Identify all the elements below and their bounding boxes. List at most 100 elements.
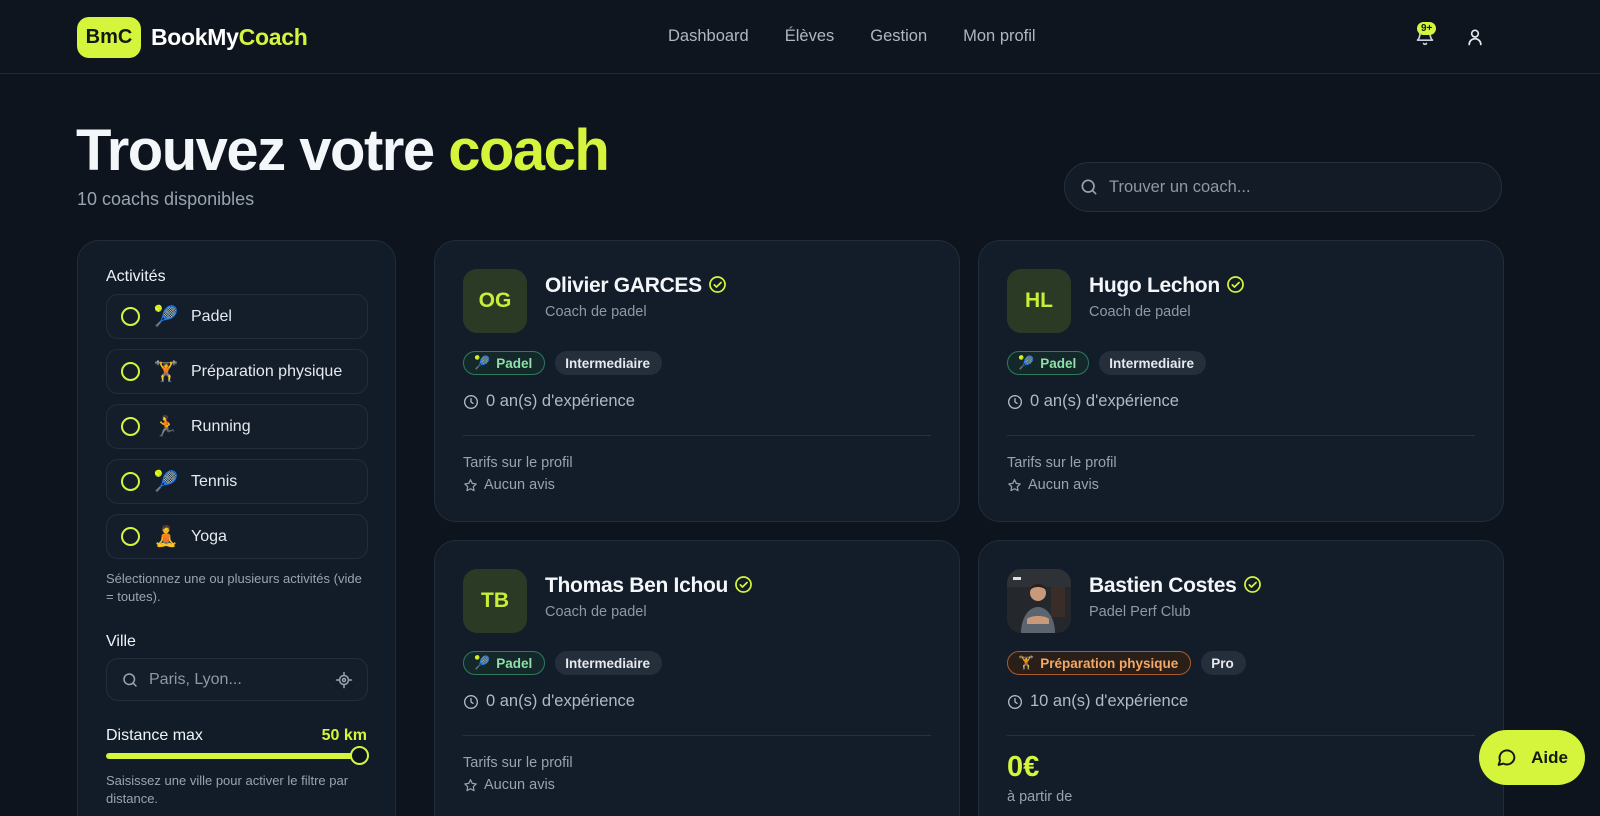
search-icon [1081, 179, 1097, 195]
reviews: Aucun avis [1007, 477, 1099, 493]
radio-button[interactable] [121, 362, 140, 381]
nav-mon-profil[interactable]: Mon profil [963, 27, 1035, 46]
radio-button[interactable] [121, 527, 140, 546]
avatar: HL [1007, 269, 1071, 333]
activities-heading: Activités [106, 268, 166, 285]
level-tag: Intermediaire [555, 351, 663, 375]
sport-tag: 🎾 Padel [463, 351, 546, 375]
user-icon[interactable] [1465, 27, 1485, 47]
main-nav: Dashboard Élèves Gestion Mon profil [668, 27, 1036, 46]
chat-bubble-icon [1497, 749, 1516, 766]
weightlifter-icon: 🏋 [1018, 655, 1035, 670]
reviews: Aucun avis [463, 477, 555, 493]
filter-panel: Activités 🎾 Padel 🏋 Préparation physique… [77, 240, 396, 816]
coach-card[interactable]: OG Olivier GARCES Coach de padel 🎾 Padel … [434, 240, 960, 522]
coach-name[interactable]: Bastien Costes [1089, 574, 1262, 598]
tennis-ball-icon: 🎾 [474, 355, 491, 370]
star-icon [464, 778, 477, 791]
price-note: Tarifs sur le profil [1007, 455, 1117, 471]
nav-eleves[interactable]: Élèves [785, 27, 835, 46]
verified-icon [1226, 276, 1244, 293]
clock-icon [464, 694, 478, 709]
brand-logo[interactable]: BmC BookMyCoach [77, 17, 308, 58]
activity-option-yoga[interactable]: 🧘 Yoga [106, 514, 368, 559]
tennis-ball-icon: 🎾 [474, 655, 491, 670]
activity-option-padel[interactable]: 🎾 Padel [106, 294, 368, 339]
coach-subtitle: Coach de padel [1089, 304, 1191, 320]
distance-slider-thumb[interactable] [350, 746, 369, 765]
experience: 0 an(s) d'expérience [463, 392, 635, 411]
city-heading: Ville [106, 633, 136, 650]
activity-option-tennis[interactable]: 🎾 Tennis [106, 459, 368, 504]
clock-icon [464, 394, 478, 409]
sport-tag: 🏋 Préparation physique [1007, 651, 1192, 675]
coach-name[interactable]: Hugo Lechon [1089, 274, 1245, 298]
reviews: Aucun avis [463, 777, 555, 793]
price-note: Tarifs sur le profil [463, 455, 573, 471]
coach-card[interactable]: Bastien Costes Padel Perf Club 🏋 Préparat… [978, 540, 1504, 816]
coach-name[interactable]: Olivier GARCES [545, 274, 727, 298]
avatar: TB [463, 569, 527, 633]
sport-tag: 🎾 Padel [463, 651, 546, 675]
coach-subtitle: Coach de padel [545, 604, 647, 620]
coach-card[interactable]: HL Hugo Lechon Coach de padel 🎾 Padel Int… [978, 240, 1504, 522]
coach-search-input[interactable] [1109, 177, 1469, 197]
distance-label: Distance max [106, 727, 203, 744]
coach-count: 10 coachs disponibles [77, 189, 255, 209]
activities-hint: Sélectionnez une ou plusieurs activités … [106, 571, 362, 604]
radio-button[interactable] [121, 472, 140, 491]
help-button[interactable]: Aide [1479, 730, 1585, 785]
radio-button[interactable] [121, 307, 140, 326]
brand-name: BookMyCoach [151, 24, 308, 50]
distance-slider-track[interactable] [106, 753, 362, 759]
weightlifter-icon: 🏋 [153, 360, 179, 383]
star-icon [1008, 478, 1021, 491]
page-title: Trouvez votre coach [76, 118, 610, 183]
divider [463, 735, 931, 736]
price-value: 0€ [1007, 751, 1040, 783]
distance-hint: Saisissez une ville pour activer le filt… [106, 773, 349, 806]
top-navbar: BmC BookMyCoach Dashboard Élèves Gestion… [0, 0, 1600, 74]
coach-subtitle: Padel Perf Club [1089, 604, 1191, 620]
logo-badge: BmC [77, 17, 141, 58]
experience: 0 an(s) d'expérience [1007, 392, 1179, 411]
clock-icon [1008, 394, 1022, 409]
divider [1007, 735, 1475, 736]
nav-dashboard[interactable]: Dashboard [668, 27, 749, 46]
level-tag: Intermediaire [1099, 351, 1207, 375]
radio-button[interactable] [121, 417, 140, 436]
bell-icon[interactable]: 9+ [1415, 22, 1437, 46]
star-icon [464, 478, 477, 491]
clock-icon [1008, 694, 1022, 709]
experience: 10 an(s) d'expérience [1007, 692, 1188, 711]
coach-search[interactable] [1064, 162, 1502, 212]
divider [1007, 435, 1475, 436]
level-tag: Pro [1201, 651, 1246, 675]
nav-gestion[interactable]: Gestion [870, 27, 927, 46]
divider [463, 435, 931, 436]
notification-badge: 9+ [1417, 22, 1437, 35]
distance-value: 50 km [321, 727, 367, 744]
tennis-ball-icon: 🎾 [153, 305, 179, 328]
yoga-icon: 🧘 [153, 525, 179, 548]
price-note: Tarifs sur le profil [463, 755, 573, 771]
avatar: OG [463, 269, 527, 333]
coach-subtitle: Coach de padel [545, 304, 647, 320]
activity-option-running[interactable]: 🏃 Running [106, 404, 368, 449]
avatar-photo [1007, 569, 1071, 633]
experience: 0 an(s) d'expérience [463, 692, 635, 711]
search-icon [123, 672, 137, 687]
price-from-label: à partir de [1007, 789, 1073, 805]
coach-name[interactable]: Thomas Ben Ichou [545, 574, 753, 598]
coach-card[interactable]: TB Thomas Ben Ichou Coach de padel 🎾 Pade… [434, 540, 960, 816]
tennis-ball-icon: 🎾 [1018, 355, 1035, 370]
city-field[interactable] [106, 658, 368, 701]
verified-icon [708, 276, 726, 293]
level-tag: Intermediaire [555, 651, 663, 675]
verified-icon [735, 576, 752, 593]
city-input[interactable] [149, 670, 329, 689]
activity-option-preparation-physique[interactable]: 🏋 Préparation physique [106, 349, 368, 394]
tennis-ball-icon: 🎾 [153, 470, 179, 493]
runner-icon: 🏃 [153, 415, 179, 438]
locate-icon[interactable] [335, 671, 353, 689]
